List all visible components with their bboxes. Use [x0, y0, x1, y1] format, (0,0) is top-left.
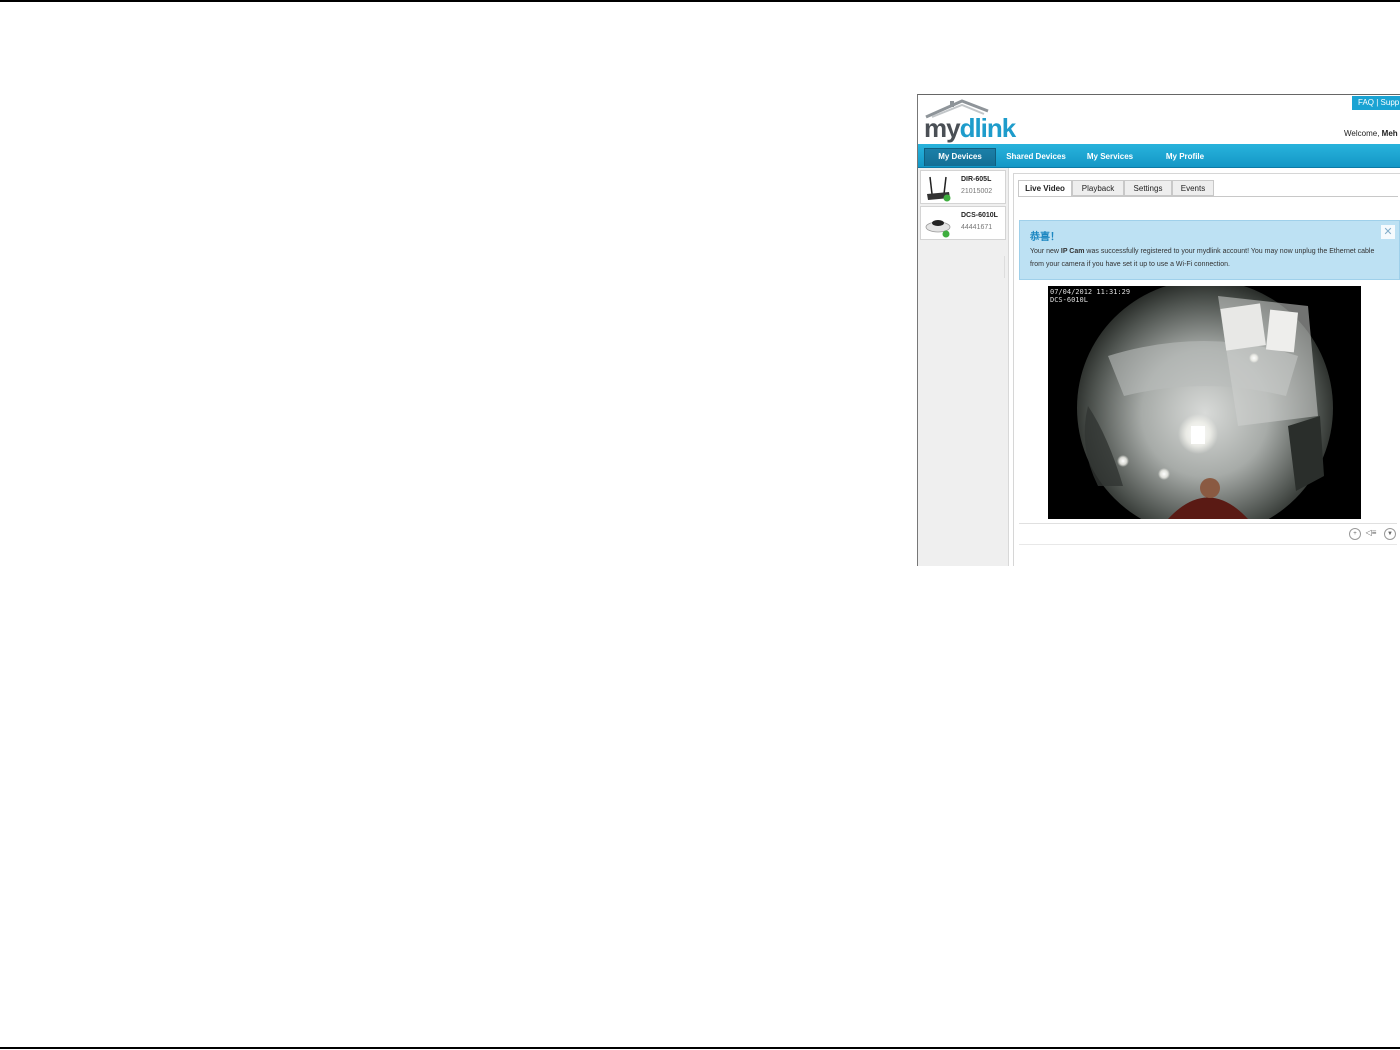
device-item-dcs-6010l[interactable]: DCS-6010L 44441671 [920, 206, 1006, 240]
faq-support-link[interactable]: FAQ | Supp [1352, 96, 1400, 110]
device-name: DIR-605L [961, 176, 992, 183]
welcome-user-name: Meh [1381, 129, 1398, 138]
device-id: 44441671 [961, 224, 993, 231]
nav-shared-devices[interactable]: Shared Devices [998, 149, 1074, 165]
nav-my-devices[interactable]: My Devices [924, 148, 996, 166]
notice-message: Your new IP Cam was successfully registe… [1030, 246, 1380, 271]
device-item-dir-605l[interactable]: DIR-605L 21015002 [920, 170, 1006, 204]
tab-baseline [1018, 196, 1398, 197]
dropdown-icon[interactable]: ▼ [1384, 528, 1396, 540]
page-bottom-rule [0, 1047, 1400, 1049]
device-sidebar: DIR-605L 21015002 DCS-6010L 44441671 [918, 168, 1009, 566]
fisheye-camera-icon [925, 220, 951, 238]
online-check-icon [943, 194, 951, 202]
main-navigation: My Devices Shared Devices My Services My… [918, 144, 1400, 168]
video-timestamp-overlay: 07/04/2012 11:31:29 DCS-6010L [1050, 288, 1130, 304]
notice-text-part: Your new [1030, 248, 1061, 255]
welcome-message: Welcome, Meh [1344, 129, 1398, 138]
notice-device-type: IP Cam [1060, 248, 1085, 255]
top-bar: mydlink FAQ | Supp Welcome, Meh [918, 95, 1400, 143]
live-video-feed[interactable]: 07/04/2012 11:31:29 DCS-6010L [1048, 286, 1361, 519]
tab-settings[interactable]: Settings [1124, 180, 1172, 196]
welcome-prefix: Welcome, [1344, 129, 1380, 138]
sidebar-scroll-divider [1004, 256, 1005, 278]
page-top-rule [0, 0, 1400, 2]
router-icon [927, 176, 951, 202]
nav-my-services[interactable]: My Services [1078, 149, 1142, 165]
tab-live-video[interactable]: Live Video [1018, 180, 1072, 197]
online-check-icon [942, 230, 950, 238]
speaker-icon[interactable]: ◁≡ [1364, 528, 1378, 538]
tab-events[interactable]: Events [1172, 180, 1214, 196]
logo-my-text: my [924, 113, 961, 143]
device-id: 21015002 [961, 188, 993, 195]
logo-wordmark: mydlink [924, 113, 1017, 144]
mydlink-logo[interactable]: mydlink [922, 97, 1032, 144]
video-controls-bar: + ◁≡ ▼ [1019, 523, 1397, 545]
mydlink-screenshot: mydlink FAQ | Supp Welcome, Meh My Devic… [917, 94, 1400, 566]
nav-my-profile[interactable]: My Profile [1154, 149, 1216, 165]
registration-success-notice: 恭喜！ Your new IP Cam was successfully reg… [1019, 220, 1400, 280]
tab-playback[interactable]: Playback [1072, 180, 1124, 196]
video-camera-label: DCS-6010L [1050, 296, 1088, 304]
video-timestamp: 07/04/2012 11:31:29 [1050, 288, 1131, 296]
close-icon[interactable]: ✕ [1381, 225, 1395, 239]
device-content-panel: Live Video Playback Settings Events 恭喜！ … [1013, 173, 1400, 566]
logo-dlink-text: dlink [959, 113, 1017, 143]
fisheye-video-frame [1048, 286, 1361, 519]
notice-title: 恭喜！ [1030, 232, 1060, 243]
zoom-in-icon[interactable]: + [1349, 528, 1361, 540]
device-name: DCS-6010L [961, 212, 998, 219]
